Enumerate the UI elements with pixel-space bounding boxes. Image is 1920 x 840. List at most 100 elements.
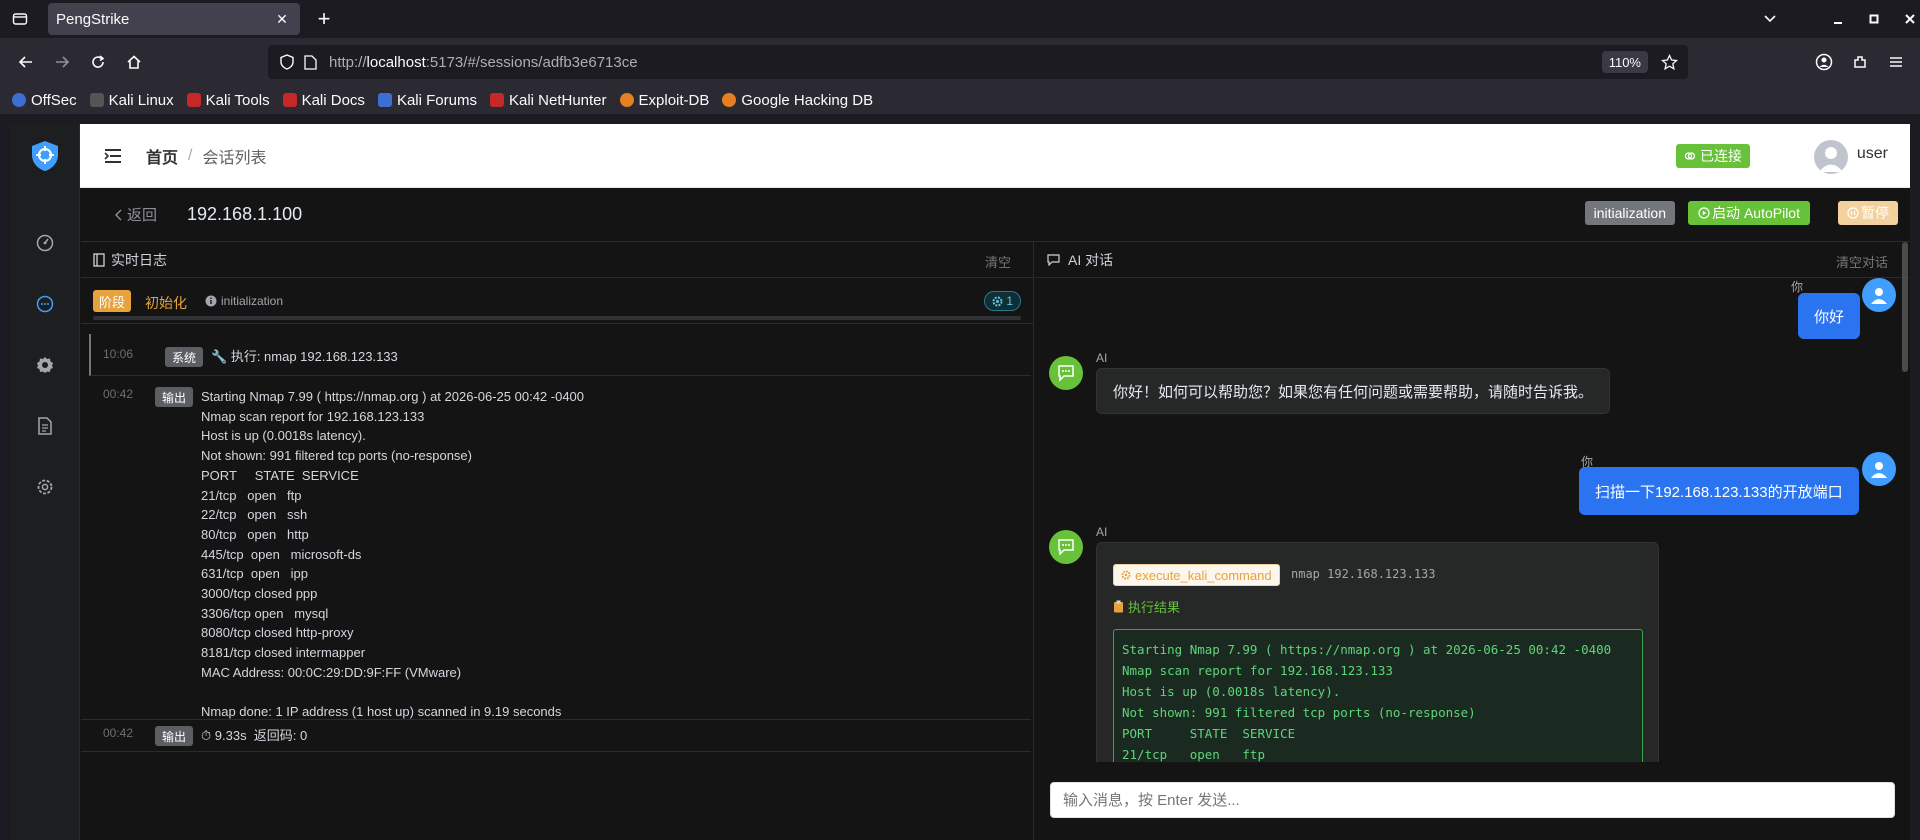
username[interactable]: user	[1857, 145, 1888, 163]
kali-tools-icon	[186, 93, 201, 107]
log-time: 10:06	[103, 347, 134, 361]
breadcrumb-home[interactable]: 首页	[146, 144, 178, 168]
tools-gear-icon[interactable]	[10, 334, 80, 395]
url-prefix: http://	[329, 53, 367, 71]
back-label: 返回	[127, 207, 158, 224]
window-buttons	[1820, 0, 1920, 38]
stage-count-badge: 1	[984, 291, 1021, 311]
tool-name: execute_kali_command	[1135, 567, 1272, 583]
stage-name: 初始化	[145, 295, 187, 311]
chevron-left-icon	[115, 209, 123, 221]
bookmark-kali-tools[interactable]: Kali Tools	[186, 92, 270, 109]
phase-button[interactable]: initialization	[1584, 201, 1675, 225]
chat-input[interactable]	[1051, 783, 1894, 817]
chat-panel-title: AI 对话	[1068, 251, 1114, 268]
ai-avatar	[1049, 530, 1083, 564]
gear-icon	[1121, 570, 1131, 580]
user-avatar	[1862, 278, 1896, 312]
ai-message: 你好！如何可以帮助您？如果您有任何问题或需要帮助，请随时告诉我。	[1096, 368, 1611, 414]
log-message: Starting Nmap 7.99 ( https://nmap.org ) …	[201, 389, 585, 720]
log-message: ⏱ 9.33s 返回码: 0	[201, 728, 308, 743]
document-icon[interactable]	[10, 395, 80, 456]
tab-list-icon[interactable]	[0, 0, 40, 38]
tool-result-text: 执行结果	[1128, 600, 1181, 615]
user-message: 扫描一下192.168.123.133的开放端口	[1579, 467, 1859, 515]
log-tag: 输出	[155, 726, 194, 746]
bookmark-offsec[interactable]: OffSec	[12, 92, 77, 109]
pause-icon	[1847, 207, 1859, 219]
stage-progress-bar	[93, 316, 1021, 320]
avatar[interactable]	[1814, 140, 1848, 174]
shield-icon[interactable]	[280, 54, 294, 70]
browser-tab[interactable]: PengStrike ✕	[48, 3, 300, 35]
settings-icon[interactable]	[10, 456, 80, 517]
log-time: 00:42	[103, 387, 134, 401]
extensions-icon[interactable]	[1842, 44, 1878, 80]
bookmarks-bar: OffSec Kali Linux Kali Tools Kali Docs K…	[0, 86, 1920, 114]
connection-status-text: 已连接	[1700, 148, 1742, 164]
bookmark-google-hacking-db[interactable]: Google Hacking DB	[722, 92, 873, 109]
ai-label: AI	[1096, 525, 1108, 539]
close-window-icon[interactable]	[1892, 0, 1920, 38]
chat-input-box[interactable]	[1050, 782, 1895, 818]
zoom-level[interactable]: 110%	[1601, 51, 1648, 73]
home-icon[interactable]	[116, 44, 152, 80]
log-entry: 00:42 输出 ⏱ 9.33s 返回码: 0	[81, 720, 1031, 752]
bookmark-exploit-db[interactable]: Exploit-DB	[619, 92, 709, 109]
app-menu-icon[interactable]	[1878, 44, 1914, 80]
sidebar	[10, 124, 80, 840]
clear-log-button[interactable]: 清空	[985, 252, 1011, 271]
link-icon	[1684, 150, 1696, 162]
tool-output: Starting Nmap 7.99 ( https://nmap.org ) …	[1113, 629, 1643, 762]
pause-button[interactable]: 暂停	[1838, 201, 1898, 225]
ai-label: AI	[1096, 351, 1108, 365]
tool-args: nmap 192.168.123.133	[1291, 567, 1436, 581]
kali-dragon-icon	[89, 93, 104, 107]
log-time: 00:42	[103, 726, 134, 740]
tool-result-label: 执行结果	[1113, 597, 1180, 616]
url-bar[interactable]: http://localhost:5173/#/sessions/adfb3e6…	[268, 45, 1688, 79]
back-button[interactable]: 返回	[115, 204, 157, 225]
url-host: localhost	[366, 53, 426, 71]
forward-arrow-icon[interactable]	[44, 44, 80, 80]
dashboard-icon[interactable]	[10, 212, 80, 273]
bookmark-star-icon[interactable]	[1658, 51, 1680, 73]
stage-phase: initialization	[205, 294, 283, 308]
top-header: 首页 / 会话列表 已连接 user	[80, 124, 1910, 188]
menu-toggle-icon[interactable]	[102, 145, 124, 167]
bookmark-kali-forums[interactable]: Kali Forums	[377, 92, 477, 109]
logo-icon[interactable]	[10, 124, 80, 188]
clear-chat-button[interactable]: 清空对话	[1836, 252, 1888, 271]
bookmark-kali-docs[interactable]: Kali Docs	[282, 92, 365, 109]
stage-phase-text: initialization	[221, 294, 284, 308]
chat-messages: 你 你好 AI 你好！如何可以帮助您？如果您有任何问题或需要帮助，请随时告诉我。…	[1035, 278, 1910, 762]
breadcrumb-current: 会话列表	[202, 149, 267, 167]
log-book-icon	[93, 252, 105, 267]
minimize-icon[interactable]	[1820, 0, 1856, 38]
account-icon[interactable]	[1806, 44, 1842, 80]
log-panel: 实时日志 清空 阶段 初始化 initialization 1 10:06 系统…	[81, 242, 1034, 840]
new-tab-icon[interactable]: +	[308, 3, 340, 35]
clipboard-icon	[1113, 600, 1124, 613]
connection-status-badge: 已连接	[1676, 144, 1750, 168]
tool-call-card: execute_kali_command nmap 192.168.123.13…	[1096, 542, 1659, 762]
bookmark-kali-nethunter[interactable]: Kali NetHunter	[489, 92, 607, 109]
log-tag: 系统	[165, 347, 204, 367]
ghdb-icon	[722, 93, 737, 107]
chat-scrollbar[interactable]	[1902, 242, 1908, 372]
user-avatar	[1862, 452, 1896, 486]
back-arrow-icon[interactable]	[8, 44, 44, 80]
page-icon[interactable]	[304, 54, 317, 70]
stage-tag: 阶段	[93, 290, 132, 312]
log-message: 🔧 执行: nmap 192.168.123.133	[211, 349, 398, 364]
chat-icon[interactable]	[10, 273, 80, 334]
chat-panel: AI 对话 清空对话 你 你好 AI 你好！如何可以帮助您？如果您有任何问题或需…	[1035, 242, 1910, 840]
reload-icon[interactable]	[80, 44, 116, 80]
pause-label: 暂停	[1861, 205, 1889, 221]
browser-tab-bar: PengStrike ✕ +	[0, 0, 1920, 38]
list-all-tabs-icon[interactable]	[1752, 0, 1788, 38]
start-autopilot-button[interactable]: 启动 AutoPilot	[1688, 201, 1810, 225]
maximize-icon[interactable]	[1856, 0, 1892, 38]
bookmark-kali-linux[interactable]: Kali Linux	[89, 92, 174, 109]
close-tab-icon[interactable]: ✕	[272, 9, 292, 29]
